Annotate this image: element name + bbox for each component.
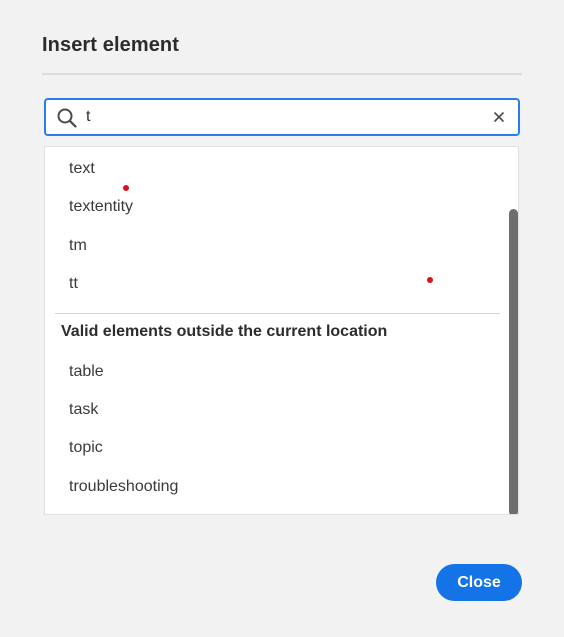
title-divider (42, 73, 522, 75)
search-icon (56, 107, 78, 129)
list-item[interactable]: textentity (69, 198, 133, 216)
list-item[interactable]: text (69, 160, 95, 178)
search-field[interactable] (44, 98, 520, 136)
list-item[interactable]: table (69, 363, 104, 381)
close-icon[interactable] (490, 108, 508, 126)
scrollbar-thumb[interactable] (509, 209, 518, 514)
search-input[interactable] (86, 105, 466, 129)
dialog-title: Insert element (42, 34, 180, 56)
insert-element-dialog: Insert element text textentity tm tt Val… (0, 0, 564, 637)
section-heading-outside: Valid elements outside the current locat… (61, 323, 388, 340)
list-item[interactable]: task (69, 401, 98, 419)
list-item[interactable]: tt (69, 275, 78, 293)
list-item[interactable]: troubleshooting (69, 478, 178, 496)
section-divider (55, 313, 500, 314)
marker-dot (427, 277, 433, 283)
marker-dot (123, 185, 129, 191)
close-button[interactable]: Close (436, 564, 522, 601)
list-item[interactable]: tm (69, 237, 87, 255)
list-item[interactable]: topic (69, 439, 103, 457)
element-list[interactable]: text textentity tm tt Valid elements out… (44, 146, 519, 515)
